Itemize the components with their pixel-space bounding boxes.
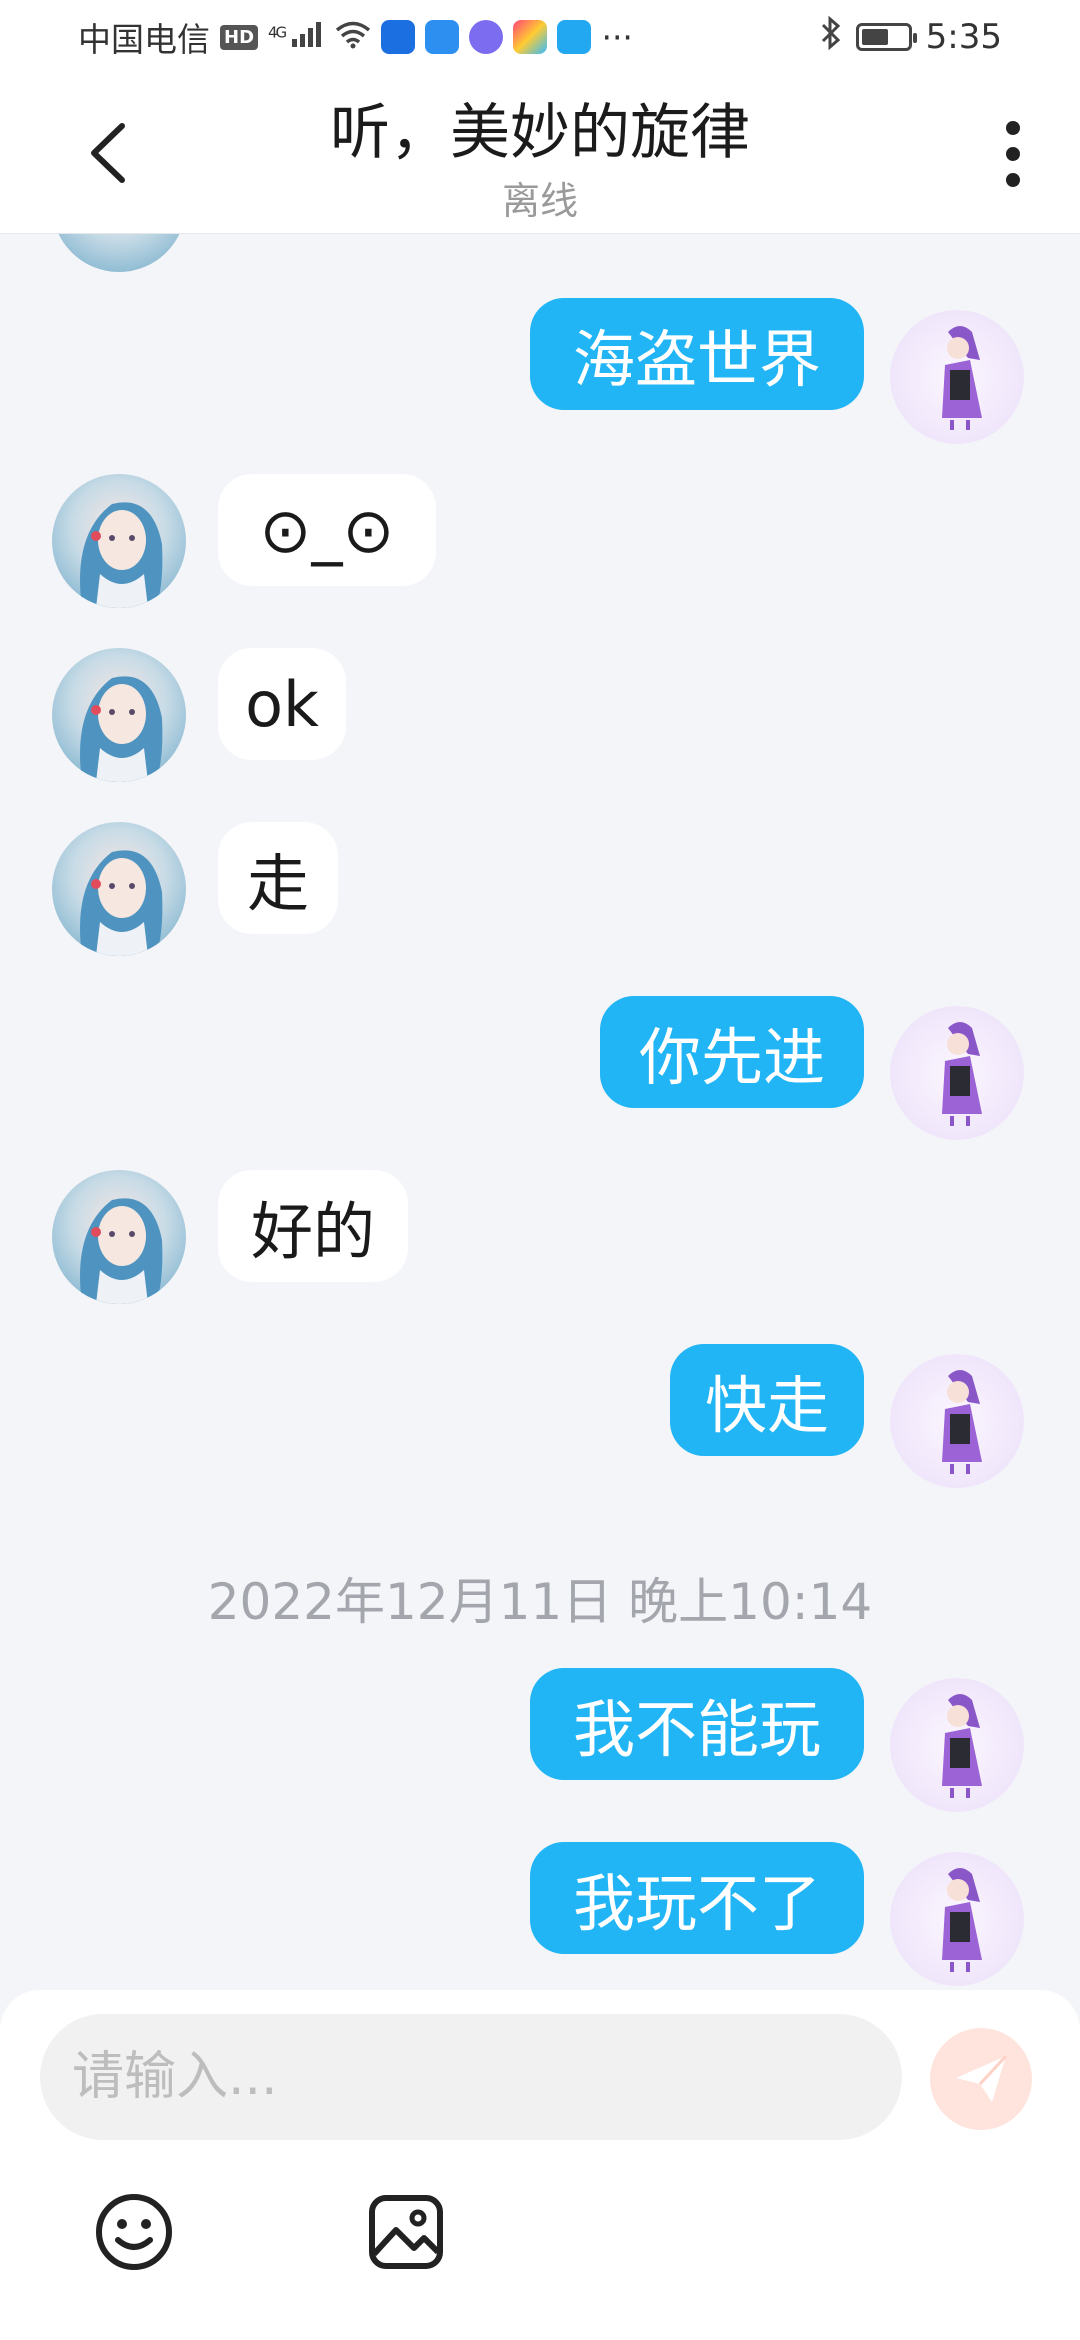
peer-message-bubble[interactable]: ok	[218, 648, 346, 760]
message-timestamp: 2022年12月11日 晚上10:14	[207, 1573, 873, 1631]
more-options-button[interactable]	[998, 114, 1028, 194]
peer-avatar[interactable]	[52, 474, 186, 608]
status-bar: 中国电信 HD 4G ··· 5:35	[0, 0, 1080, 74]
my-message-bubble[interactable]: 你先进	[600, 996, 864, 1108]
chat-title: 听，美妙的旋律	[330, 98, 750, 168]
peer-message-bubble[interactable]: 走	[218, 822, 338, 934]
emoji-icon	[96, 2194, 172, 2270]
chat-header: 听，美妙的旋律 离线	[0, 74, 1080, 234]
peer-avatar[interactable]	[52, 1170, 186, 1304]
my-avatar[interactable]	[890, 1678, 1024, 1812]
my-avatar[interactable]	[890, 310, 1024, 444]
my-avatar[interactable]	[890, 1852, 1024, 1986]
composer	[0, 1990, 1080, 2340]
my-avatar[interactable]	[890, 1354, 1024, 1488]
battery-level	[861, 29, 889, 45]
my-avatar[interactable]	[890, 1006, 1024, 1140]
app-icon	[381, 20, 416, 54]
more-vertical-icon	[1006, 121, 1020, 135]
bluetooth-icon	[820, 15, 842, 59]
peer-message-bubble[interactable]: 好的	[218, 1170, 408, 1282]
image-button[interactable]	[364, 2190, 448, 2274]
weather-icon	[425, 20, 460, 54]
hd-icon: HD	[220, 24, 259, 50]
signal-icon: 4G	[268, 21, 325, 54]
send-icon	[956, 2054, 1008, 2102]
peer-avatar[interactable]	[52, 822, 186, 956]
my-message-bubble[interactable]: 海盗世界	[530, 298, 864, 410]
online-status: 离线	[501, 179, 578, 223]
emoji-button[interactable]	[92, 2190, 176, 2274]
network-type-label: 4G	[268, 22, 287, 41]
peer-avatar[interactable]	[52, 234, 186, 272]
more-notifications-indicator: ···	[601, 17, 633, 57]
message-input[interactable]	[40, 2014, 902, 2140]
my-message-bubble[interactable]: 我不能玩	[530, 1668, 864, 1780]
battery-icon	[855, 23, 917, 51]
message-list[interactable]: 海盗世界 ⊙_⊙ ok 走 你先进 好的 快走 2022年12月11日 晚上10…	[0, 234, 1080, 1990]
more-dot	[1006, 173, 1020, 187]
carrier-label: 中国电信	[78, 20, 210, 59]
music-icon	[469, 20, 504, 54]
more-dot	[1006, 147, 1020, 161]
send-button[interactable]	[930, 2028, 1032, 2130]
wifi-icon	[335, 18, 371, 57]
search-app-icon	[557, 20, 592, 54]
app-icon	[513, 20, 548, 54]
peer-message-bubble[interactable]: ⊙_⊙	[218, 474, 436, 586]
my-message-bubble[interactable]: 我玩不了	[530, 1842, 864, 1954]
my-message-bubble[interactable]: 快走	[670, 1344, 864, 1456]
status-time: 5:35	[925, 17, 1002, 57]
image-icon	[369, 2195, 443, 2269]
peer-avatar[interactable]	[52, 648, 186, 782]
